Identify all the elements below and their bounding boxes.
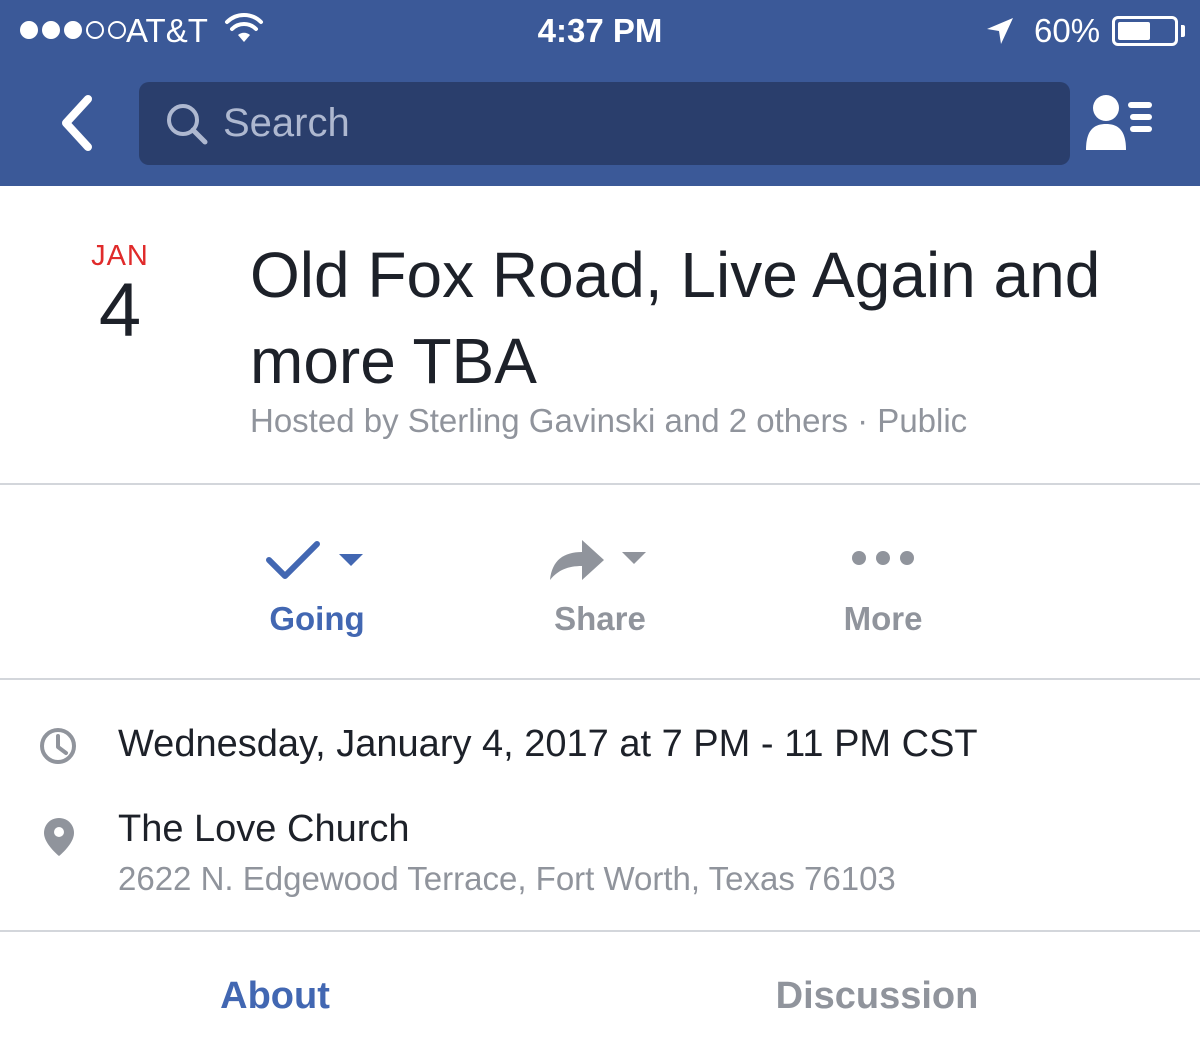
- venue-name[interactable]: The Love Church: [118, 808, 410, 851]
- going-button[interactable]: Going: [217, 528, 417, 648]
- friend-requests-icon[interactable]: [1084, 92, 1156, 157]
- search-bar[interactable]: [139, 82, 1070, 165]
- going-label: Going: [269, 600, 365, 637]
- share-label: Share: [554, 600, 646, 637]
- event-host-line[interactable]: Hosted by Sterling Gavinski and 2 others…: [250, 402, 967, 440]
- share-button[interactable]: Share: [500, 528, 700, 648]
- divider: [0, 678, 1200, 680]
- clock-icon: [38, 726, 78, 771]
- tab-about[interactable]: About: [125, 975, 425, 1018]
- more-label: More: [843, 600, 923, 637]
- venue-address[interactable]: 2622 N. Edgewood Terrace, Fort Worth, Te…: [118, 860, 896, 898]
- more-button[interactable]: More: [783, 528, 983, 648]
- event-time[interactable]: Wednesday, January 4, 2017 at 7 PM - 11 …: [118, 723, 978, 766]
- battery-level: [1118, 22, 1150, 40]
- event-date: JAN 4: [60, 240, 180, 354]
- checkmark-icon: [266, 541, 363, 579]
- map-pin-icon: [42, 816, 76, 863]
- status-bar: AT&T 4:37 PM 60%: [0, 0, 1200, 62]
- event-title: Old Fox Road, Live Again and more TBA: [250, 239, 1101, 397]
- more-dots-icon: [852, 551, 914, 565]
- share-arrow-icon: [550, 540, 646, 580]
- back-chevron-icon: [62, 95, 92, 151]
- status-time: 4:37 PM: [537, 12, 663, 49]
- battery-icon: [1112, 16, 1178, 46]
- battery-percent: 60%: [1034, 12, 1101, 49]
- divider: [0, 483, 1200, 485]
- search-icon: [165, 102, 209, 151]
- back-button[interactable]: [48, 88, 104, 158]
- battery-tip: [1181, 25, 1185, 37]
- divider: [0, 930, 1200, 932]
- search-input[interactable]: [223, 82, 1043, 165]
- tab-discussion[interactable]: Discussion: [727, 975, 1027, 1018]
- location-arrow-icon: [985, 16, 1015, 51]
- event-day: 4: [98, 268, 142, 353]
- top-header: AT&T 4:37 PM 60%: [0, 0, 1200, 186]
